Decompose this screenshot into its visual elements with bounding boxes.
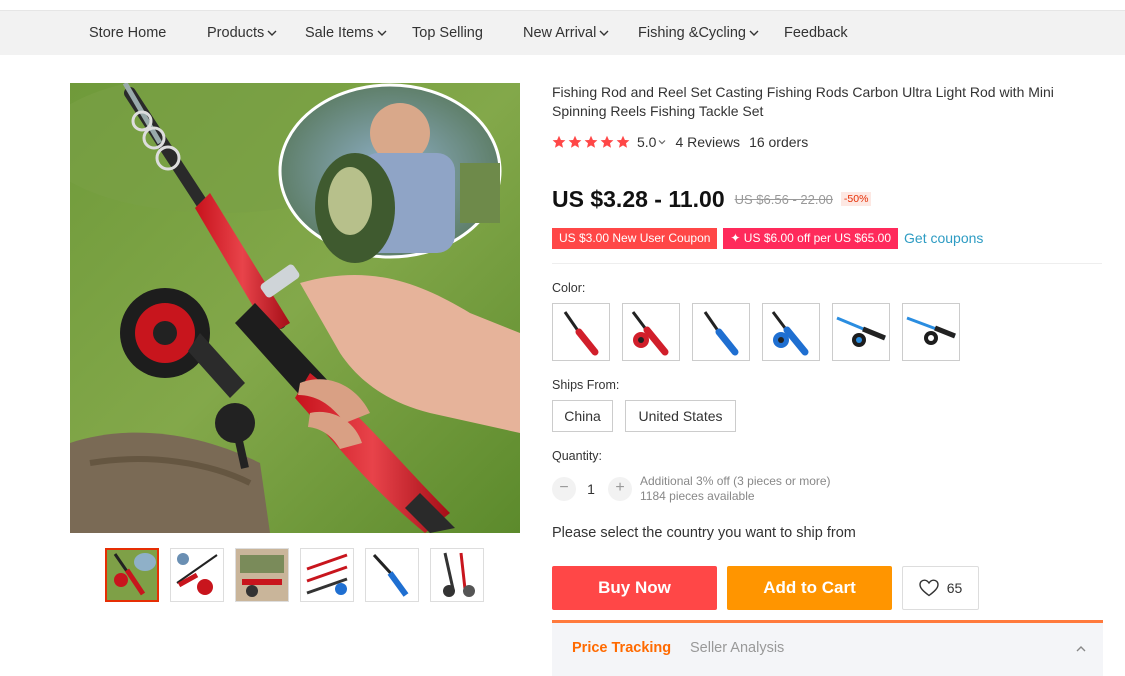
nav-store-home[interactable]: Store Home	[89, 11, 166, 56]
red-rod-reel-swatch	[631, 311, 669, 356]
blue-rod-swatch	[703, 311, 739, 356]
quantity-increment-button[interactable]: +	[608, 477, 632, 501]
blue-rod-reel-swatch	[771, 311, 809, 356]
nav-label: Fishing &Cycling	[638, 25, 746, 41]
star-rating	[552, 135, 630, 149]
color-option-red-rod-reel[interactable]	[622, 303, 680, 361]
nav-label: Products	[207, 25, 265, 41]
star-icon	[568, 135, 582, 148]
nav-sale-items[interactable]: Sale Items	[305, 11, 387, 56]
tab-price-tracking[interactable]: Price Tracking	[572, 640, 671, 656]
rod-set-thumbnail	[431, 549, 483, 601]
color-option-blue-rod-reel[interactable]	[762, 303, 820, 361]
quantity-value[interactable]: 1	[580, 477, 602, 501]
reviews-link[interactable]: 4 Reviews	[675, 134, 740, 150]
nav-feedback[interactable]: Feedback	[784, 11, 848, 56]
rating-row: 5.0 4 Reviews 16 orders	[552, 132, 808, 152]
nav-label: New Arrival	[523, 25, 597, 41]
ship-country-message: Please select the country you want to sh…	[552, 525, 856, 541]
rod-reel-thumbnail	[171, 549, 223, 601]
heart-icon	[919, 579, 939, 597]
nav-label: Feedback	[784, 25, 848, 41]
color-option-blue-set[interactable]	[832, 303, 890, 361]
product-main-image[interactable]	[70, 83, 520, 533]
thumbnail-4[interactable]	[300, 548, 354, 602]
nav-fishing-cycling[interactable]: Fishing &Cycling	[638, 11, 759, 56]
get-coupons-link[interactable]: Get coupons	[904, 230, 983, 246]
new-user-coupon[interactable]: US $3.00 New User Coupon	[552, 227, 718, 249]
blue-rod-thumbnail	[366, 549, 418, 601]
price-row: US $3.28 - 11.00 US $6.56 - 22.00 -50%	[552, 183, 872, 215]
color-label: Color:	[552, 281, 586, 295]
quantity-label: Quantity:	[552, 449, 603, 463]
color-option-red-rod[interactable]	[552, 303, 610, 361]
quantity-decrement-button[interactable]: −	[552, 477, 576, 501]
ships-from-label: Ships From:	[552, 378, 620, 392]
orders-count: 16 orders	[749, 134, 809, 150]
chevron-down-icon[interactable]	[658, 138, 666, 146]
star-icon	[616, 135, 630, 148]
nav-new-arrival[interactable]: New Arrival	[523, 11, 609, 56]
nav-label: Sale Items	[305, 25, 374, 41]
nav-label: Store Home	[89, 25, 167, 41]
nav-label: Top Selling	[412, 25, 483, 41]
blue-set-2-swatch	[906, 316, 956, 345]
chevron-down-icon	[599, 30, 609, 36]
chevron-down-icon	[377, 30, 386, 36]
nav-products[interactable]: Products	[207, 11, 277, 56]
current-price: US $3.28 - 11.00	[552, 185, 725, 212]
price-tracking-panel: Price Tracking Seller Analysis	[552, 620, 1103, 676]
store-nav-bar: Store Home Products Sale Items Top Selli…	[0, 10, 1125, 55]
store-coupon[interactable]: ✦ US $6.00 off per US $65.00	[723, 227, 899, 249]
stock-available: 1184 pieces available	[640, 489, 755, 503]
chevron-down-icon	[749, 30, 759, 36]
buy-now-button[interactable]: Buy Now	[552, 566, 717, 610]
product-title: Fishing Rod and Reel Set Casting Fishing…	[552, 84, 1054, 119]
rod-parts-thumbnail	[236, 549, 288, 601]
thumbnail-1[interactable]	[105, 548, 159, 602]
chevron-up-icon[interactable]	[1075, 643, 1087, 655]
thumbnail-3[interactable]	[235, 548, 289, 602]
original-price: US $6.56 - 22.00	[734, 191, 833, 207]
coupon-row: US $3.00 New User Coupon ✦ US $6.00 off …	[552, 227, 983, 249]
fishing-rod-photo	[70, 83, 520, 533]
red-rod-swatch	[563, 311, 599, 356]
rod-sizes-thumbnail	[301, 549, 353, 601]
nav-top-selling[interactable]: Top Selling	[412, 11, 483, 56]
ship-option-united-states[interactable]: United States	[625, 400, 736, 432]
add-to-cart-button[interactable]: Add to Cart	[727, 566, 892, 610]
thumbnail-5[interactable]	[365, 548, 419, 602]
quantity-note: Additional 3% off (3 pieces or more) 118…	[640, 474, 831, 504]
divider	[552, 263, 1102, 264]
chevron-down-icon	[267, 30, 277, 36]
bulk-discount-note: Additional 3% off (3 pieces or more)	[640, 474, 831, 488]
rod-photo-thumbnail	[107, 550, 157, 600]
thumbnail-2[interactable]	[170, 548, 224, 602]
ship-option-china[interactable]: China	[552, 400, 613, 432]
star-icon	[600, 135, 614, 148]
discount-badge: -50%	[840, 192, 872, 206]
color-option-blue-set-2[interactable]	[902, 303, 960, 361]
wishlist-button[interactable]: 65	[902, 566, 979, 610]
color-option-blue-rod[interactable]	[692, 303, 750, 361]
star-icon	[552, 135, 566, 148]
rating-value[interactable]: 5.0	[637, 134, 656, 150]
tab-seller-analysis[interactable]: Seller Analysis	[690, 640, 784, 656]
thumbnail-6[interactable]	[430, 548, 484, 602]
blue-set-swatch	[836, 316, 886, 347]
star-icon	[584, 135, 598, 148]
wishlist-count: 65	[946, 580, 963, 596]
top-strip	[0, 0, 1125, 10]
